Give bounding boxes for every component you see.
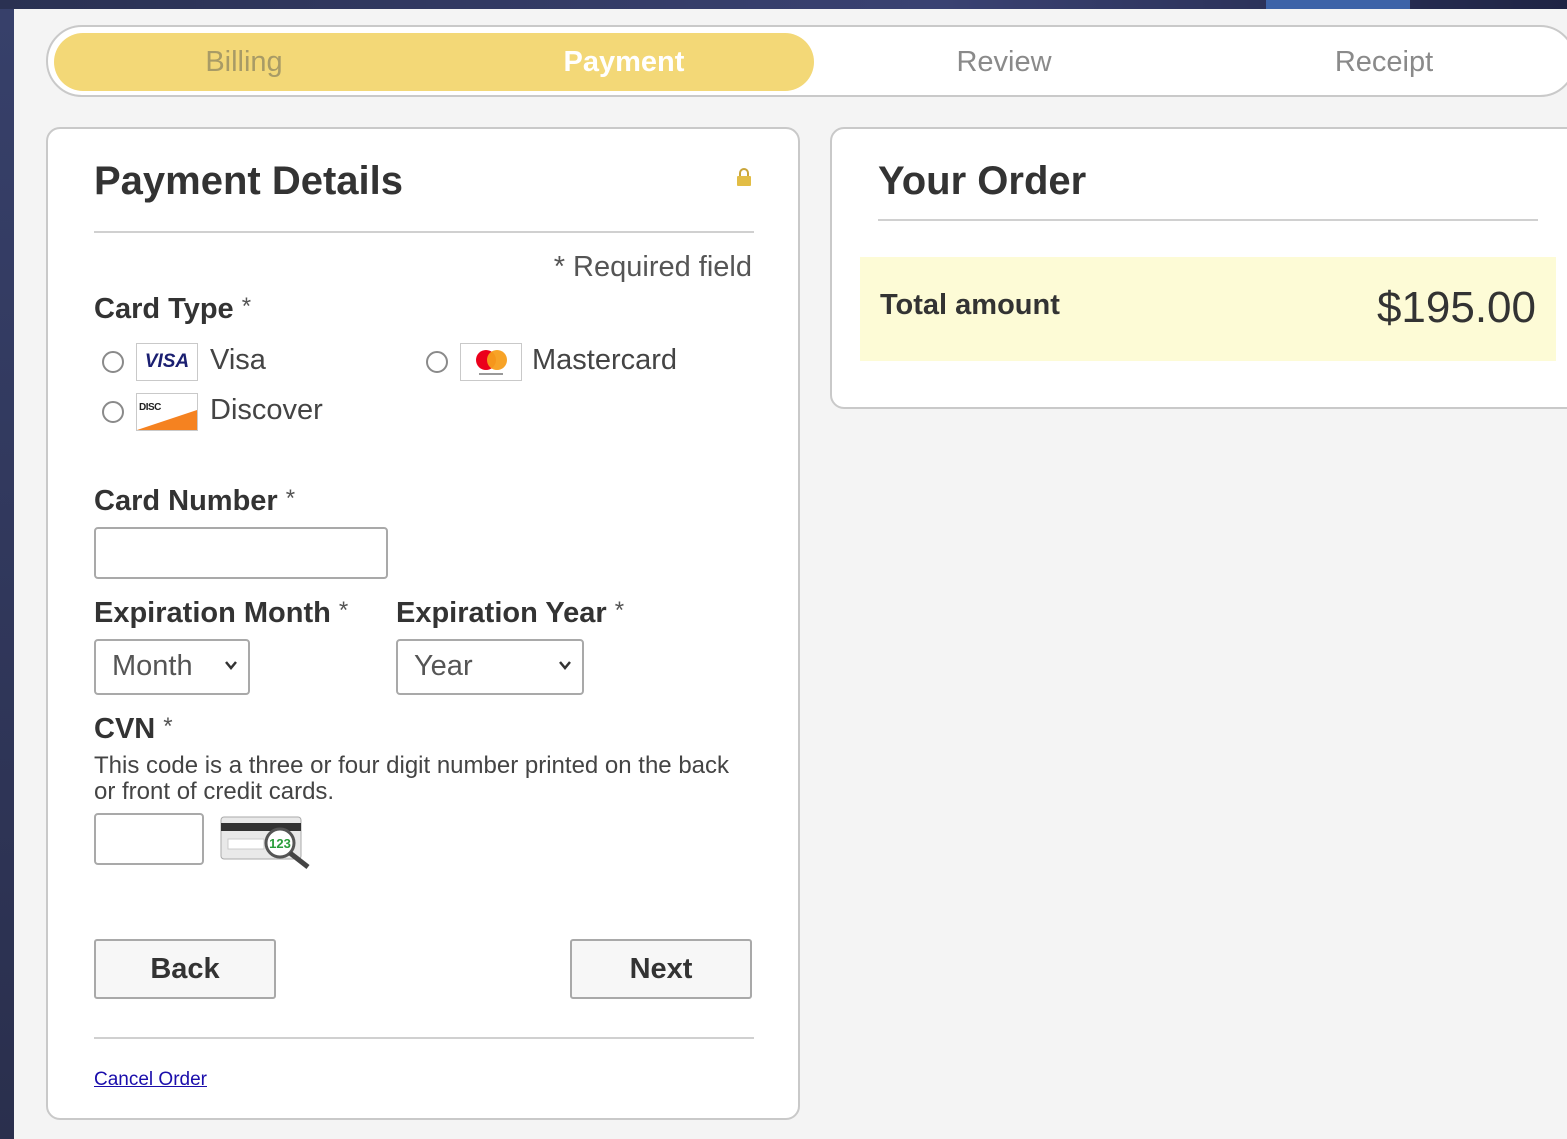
required-star: * <box>338 597 349 624</box>
exp-month-text: Expiration Month <box>94 597 331 629</box>
page: Billing Payment Review Receipt Payment D… <box>14 9 1567 1139</box>
visa-label: Visa <box>210 344 266 376</box>
radio-mastercard[interactable] <box>426 351 448 373</box>
progress-steps: Billing Payment Review Receipt <box>46 25 1567 97</box>
step-receipt: Receipt <box>1334 46 1434 78</box>
total-amount-label: Total amount <box>880 289 1060 321</box>
your-order-panel: Your Order Total amount $195.00 <box>830 127 1567 409</box>
card-number-input[interactable] <box>94 527 388 579</box>
visa-logo-icon: VISA <box>136 343 198 381</box>
chevron-down-icon <box>559 661 571 670</box>
required-star: * <box>241 293 252 320</box>
required-star: * <box>614 597 625 624</box>
exp-year-label: Expiration Year * <box>396 597 624 630</box>
payment-details-panel: Payment Details * Required field Card Ty… <box>46 127 800 1120</box>
required-field-note: * Required field <box>553 251 752 283</box>
top-accent <box>1266 0 1410 9</box>
cvn-input[interactable] <box>94 813 204 865</box>
radio-discover[interactable] <box>102 401 124 423</box>
card-type-label: Card Type * <box>94 293 251 326</box>
step-payment: Payment <box>563 46 685 78</box>
exp-month-select[interactable]: Month <box>94 639 250 695</box>
card-type-text: Card Type <box>94 293 234 325</box>
cvn-card-magnifier-icon: 123 <box>220 816 310 869</box>
discover-logo-icon: DISC <box>136 393 198 431</box>
exp-year-value: Year <box>414 650 473 682</box>
left-rail <box>0 9 14 1139</box>
mastercard-logo-icon <box>460 343 522 381</box>
radio-visa[interactable] <box>102 351 124 373</box>
lock-icon <box>737 168 751 186</box>
next-button[interactable]: Next <box>570 939 752 999</box>
cancel-order-link[interactable]: Cancel Order <box>94 1069 207 1091</box>
payment-title: Payment Details <box>94 159 404 203</box>
cvn-image-text: 123 <box>269 836 291 851</box>
divider <box>878 219 1538 221</box>
required-star: * <box>285 485 296 512</box>
exp-year-select[interactable]: Year <box>396 639 584 695</box>
back-button[interactable]: Back <box>94 939 276 999</box>
discover-logo-text: DISC <box>139 402 161 413</box>
divider <box>94 1037 754 1039</box>
top-strip <box>0 0 1567 9</box>
exp-year-text: Expiration Year <box>396 597 607 629</box>
cvn-label: CVN * <box>94 713 173 746</box>
cvn-text: CVN <box>94 713 156 745</box>
exp-month-label: Expiration Month * <box>94 597 348 630</box>
divider <box>94 231 754 233</box>
required-star: * <box>163 713 173 740</box>
order-title: Your Order <box>878 159 1087 203</box>
discover-label: Discover <box>210 394 323 426</box>
step-billing: Billing <box>205 46 283 78</box>
card-number-label: Card Number * <box>94 485 295 518</box>
card-number-text: Card Number <box>94 485 278 517</box>
cvn-help-text: This code is a three or four digit numbe… <box>94 752 730 805</box>
total-amount-box: Total amount $195.00 <box>860 257 1556 361</box>
total-amount-value: $195.00 <box>1376 283 1536 332</box>
mastercard-label: Mastercard <box>532 344 678 376</box>
step-review: Review <box>956 46 1052 78</box>
visa-logo-text: VISA <box>144 351 190 372</box>
exp-month-value: Month <box>112 650 193 682</box>
chevron-down-icon <box>225 661 237 670</box>
